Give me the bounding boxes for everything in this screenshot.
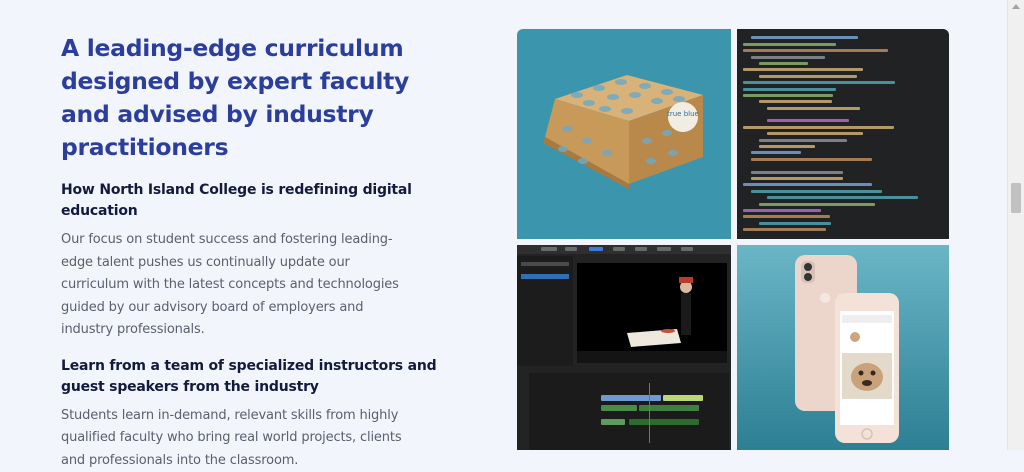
scroll-up-arrow-icon[interactable] (1012, 4, 1020, 9)
code-editor-image (737, 29, 949, 239)
content-column: A leading-edge curriculum designed by ex… (61, 32, 441, 472)
timeline-panel (529, 373, 729, 450)
code-line (751, 177, 843, 180)
vertical-scrollbar[interactable] (1007, 0, 1024, 450)
code-line (743, 94, 833, 97)
section-body-instructors: Students learn in-demand, relevant skill… (61, 405, 411, 472)
video-editor-menubar (517, 245, 731, 254)
code-line (767, 132, 863, 135)
code-line (743, 126, 894, 129)
code-line (767, 119, 849, 122)
code-line (751, 171, 843, 174)
scrollbar-thumb[interactable] (1011, 183, 1021, 213)
section-body-redefining: Our focus on student success and fosteri… (61, 229, 411, 342)
code-line (751, 190, 882, 193)
front-phone (835, 293, 899, 443)
code-line (743, 228, 826, 231)
code-line (767, 107, 860, 110)
code-line (743, 183, 872, 186)
svg-text:true blue: true blue (667, 110, 699, 118)
code-line (751, 56, 825, 59)
code-line (751, 151, 801, 154)
page-headline: A leading-edge curriculum designed by ex… (61, 32, 441, 164)
code-line (743, 209, 821, 212)
code-line (743, 81, 895, 84)
code-line (759, 75, 857, 78)
program-monitor (577, 263, 727, 363)
code-line (759, 62, 808, 65)
code-line (759, 203, 875, 206)
section-heading-redefining: How North Island College is redefining d… (61, 180, 441, 222)
packaging-box-image: true blue (517, 29, 731, 239)
project-panel (517, 256, 573, 366)
code-line (743, 215, 830, 218)
code-line (743, 49, 888, 52)
code-line (759, 100, 832, 103)
code-line (751, 158, 872, 161)
code-line (743, 88, 836, 91)
code-lines (743, 33, 943, 235)
code-line (743, 68, 863, 71)
code-line (767, 196, 918, 199)
code-line (759, 145, 815, 148)
code-line (759, 222, 831, 225)
code-line (759, 139, 847, 142)
video-editor-image (517, 245, 731, 450)
smartphones-image (737, 245, 949, 450)
code-line (743, 43, 836, 46)
code-line (751, 36, 858, 39)
section-heading-instructors: Learn from a team of specialized instruc… (61, 356, 441, 398)
